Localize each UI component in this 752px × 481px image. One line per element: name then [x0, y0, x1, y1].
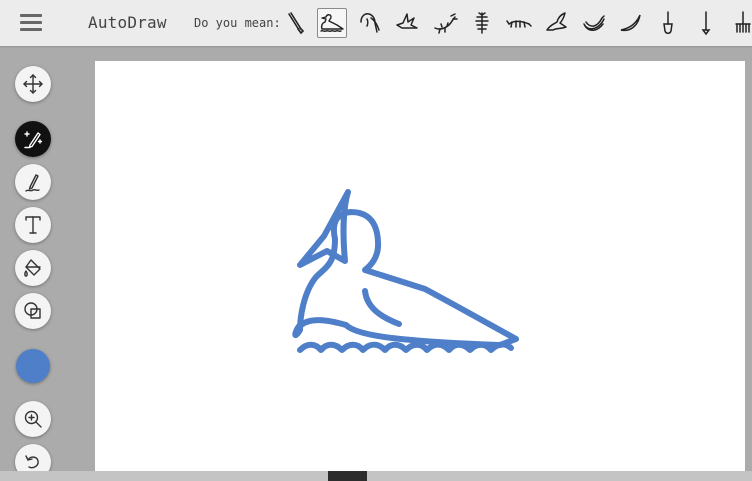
shovel-icon[interactable]	[653, 8, 683, 38]
fill-tool-button[interactable]	[15, 250, 51, 286]
top-toolbar: AutoDraw Do you mean:	[0, 0, 752, 46]
suggestion-prompt: Do you mean:	[194, 16, 281, 30]
bird-icon[interactable]	[392, 8, 422, 38]
hamburger-icon[interactable]	[20, 14, 42, 32]
swan-icon[interactable]	[355, 8, 385, 38]
zoom-icon	[24, 410, 42, 428]
rake-icon[interactable]	[728, 8, 752, 38]
color-picker-button[interactable]	[16, 349, 50, 383]
shape-icon	[24, 302, 41, 319]
app-title: AutoDraw	[88, 13, 167, 32]
text-tool-button[interactable]	[15, 207, 51, 243]
duck-drawing	[292, 189, 519, 353]
pencil-icon	[25, 174, 40, 192]
banana-icon[interactable]	[579, 8, 609, 38]
draw-tool-button[interactable]	[15, 164, 51, 200]
lizard-icon[interactable]	[430, 8, 460, 38]
autodraw-tool-button[interactable]	[15, 121, 51, 157]
brush-icon[interactable]	[280, 8, 310, 38]
horizontal-scrollbar[interactable]	[0, 471, 752, 481]
text-icon	[25, 216, 41, 234]
autodraw-icon	[24, 131, 43, 149]
zoom-tool-button[interactable]	[15, 401, 51, 437]
banana-single-icon[interactable]	[616, 8, 646, 38]
stick-icon[interactable]	[691, 8, 721, 38]
shape-tool-button[interactable]	[15, 293, 51, 329]
move-tool-button[interactable]	[15, 66, 51, 102]
fill-bucket-icon	[24, 259, 41, 277]
drawing-canvas[interactable]	[95, 61, 745, 471]
duck-icon[interactable]	[317, 8, 347, 38]
bird-flying-icon[interactable]	[542, 8, 572, 38]
undo-icon	[25, 455, 39, 469]
scrollbar-thumb[interactable]	[328, 471, 367, 481]
scorpion-icon[interactable]	[467, 8, 497, 38]
move-icon	[23, 74, 43, 94]
centipede-icon[interactable]	[504, 8, 534, 38]
